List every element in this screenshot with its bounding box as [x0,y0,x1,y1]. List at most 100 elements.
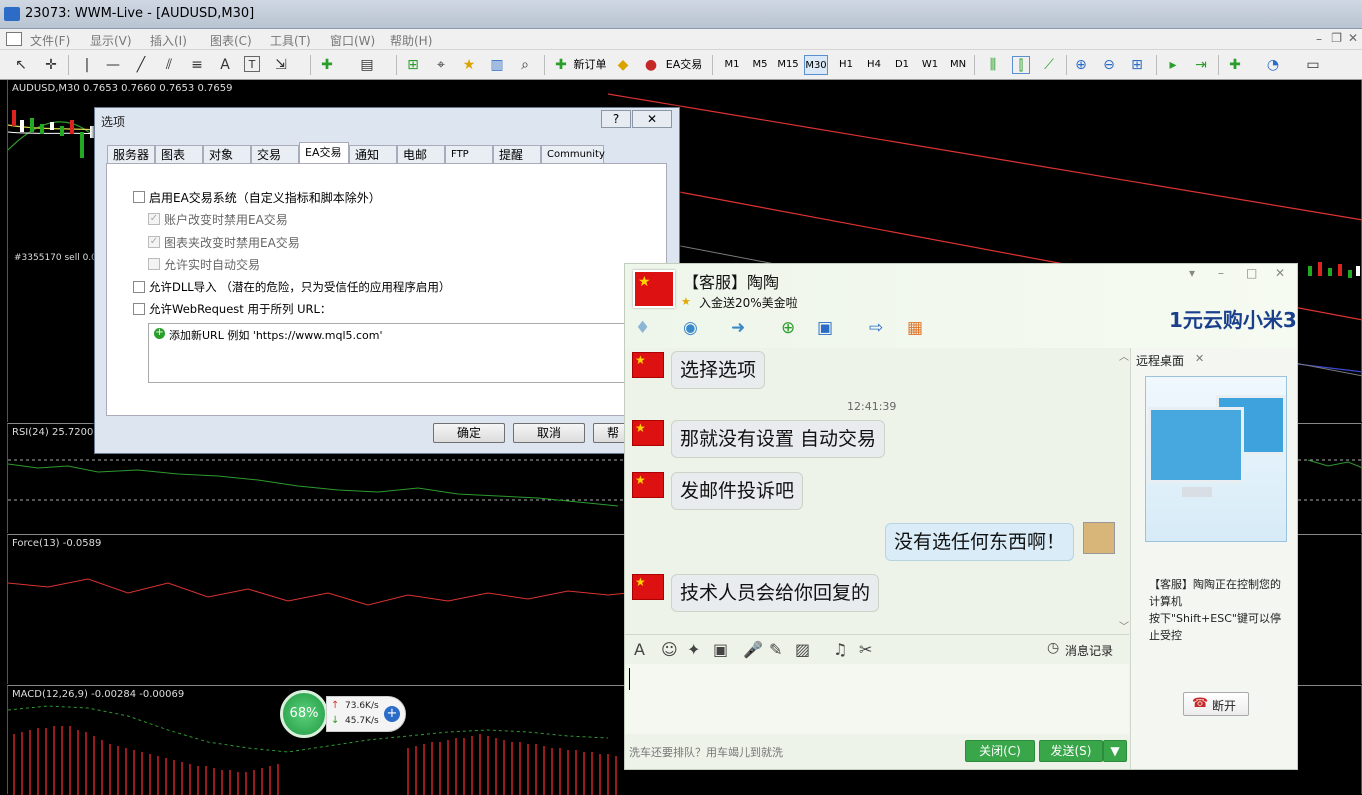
close-chat-button[interactable]: 关闭(C) [965,740,1035,762]
new-order-icon[interactable]: ✚ [552,56,570,74]
tab-expert-advisors[interactable]: EA交易 [299,142,349,165]
bar-chart-icon[interactable]: ⫼ [984,56,1002,74]
timeframe-h1-button[interactable]: H1 [834,55,858,75]
chat-close-icon[interactable]: ✕ [1275,266,1285,280]
tab-community[interactable]: Community [541,145,605,164]
tile-windows-icon[interactable]: ⊞ [1128,56,1146,74]
text-label-icon[interactable]: T [244,56,260,72]
restore-icon[interactable]: ❐ [1331,31,1342,45]
new-chart-icon[interactable]: ✚ [318,56,336,74]
menu-tools[interactable]: 工具(T) [270,32,311,49]
tester-icon[interactable]: ⌕ [516,56,534,74]
create-discussion-icon[interactable]: ⊕ [781,318,795,338]
timeframe-h4-button[interactable]: H4 [862,55,886,75]
line-chart-icon[interactable]: ⟋ [1040,56,1058,74]
url-list[interactable]: + 添加新URL 例如 'https://www.mql5.com' [148,323,628,383]
add-url-label[interactable]: 添加新URL 例如 'https://www.mql5.com' [169,327,383,343]
net-meter-gauge[interactable]: 68% [280,690,328,738]
autoscroll-icon[interactable]: ▸ [1164,56,1182,74]
apps-icon[interactable]: ▦ [907,318,923,338]
channel-icon[interactable]: ⫽ [160,56,178,74]
ea-trade-button[interactable]: EA交易 [664,55,704,75]
send-button[interactable]: 发送(S) [1039,740,1103,762]
trendline-icon[interactable]: ╱ [132,56,150,74]
zoom-out-icon[interactable]: ⊖ [1100,56,1118,74]
vertical-line-icon[interactable]: | [78,56,96,74]
contact-avatar[interactable]: ★ [633,270,675,308]
text-icon[interactable]: A [216,56,234,74]
menu-chart[interactable]: 图表(C) [210,32,252,49]
collapse-down-icon[interactable]: ﹀ [1119,618,1129,633]
add-url-icon[interactable]: + [154,328,165,339]
history-clock-icon[interactable]: ◷ [1047,640,1059,656]
message-input[interactable] [625,664,1129,734]
target-icon[interactable]: ⌖ [432,56,450,74]
ok-button[interactable]: 确定 [433,423,505,443]
share-screen-icon[interactable]: ⇨ [869,318,883,338]
ad-banner[interactable]: 1元云购小米3 [1163,300,1297,344]
video-call-icon[interactable]: ◉ [683,318,698,338]
allow-dll-checkbox[interactable] [133,281,145,293]
send-options-icon[interactable]: ▼ [1103,740,1127,762]
ea-trade-icon[interactable]: ● [642,56,660,74]
terminal-icon[interactable]: ▥ [488,56,506,74]
voice-call-icon[interactable]: ♦ [635,318,650,338]
chat-minimize-icon[interactable]: – [1218,266,1224,280]
horizontal-line-icon[interactable]: — [104,56,122,74]
allow-webrequest-checkbox[interactable] [133,303,145,315]
tab-server[interactable]: 服务器 [107,145,155,164]
tab-ftp[interactable]: FTP [445,145,493,164]
timeframe-m1-button[interactable]: M1 [720,55,744,75]
favorites-icon[interactable]: ★ [460,56,478,74]
indicators-icon[interactable]: ✚ [1226,56,1244,74]
navigator-icon[interactable]: ⊞ [404,56,422,74]
disconnect-button[interactable]: ☎ 断开 [1183,692,1249,716]
remote-tab-close-icon[interactable]: ✕ [1195,352,1204,365]
scissors-icon[interactable]: ✂ [859,640,872,659]
templates-icon[interactable]: ▭ [1304,56,1322,74]
timeframe-w1-button[interactable]: W1 [918,55,942,75]
timeframe-mn-button[interactable]: MN [946,55,970,75]
music-icon[interactable]: ♫ [833,640,847,659]
shake-icon[interactable]: ✦ [687,640,700,659]
remote-desktop-icon[interactable]: ▣ [817,318,833,338]
enable-ea-checkbox[interactable] [133,191,145,203]
menu-view[interactable]: 显示(V) [90,32,132,49]
metaeditor-icon[interactable]: ◆ [614,56,632,74]
arrows-icon[interactable]: ⇲ [272,56,290,74]
close-icon[interactable]: ✕ [1348,31,1358,45]
message-history-button[interactable]: 消息记录 [1065,642,1113,659]
voice-message-icon[interactable]: 🎤 [743,640,763,659]
tab-alerts[interactable]: 提醒 [493,145,541,164]
doc-icon[interactable] [6,32,22,46]
timeframe-d1-button[interactable]: D1 [890,55,914,75]
crosshair-icon[interactable]: ✛ [42,56,60,74]
disable-on-account-change-checkbox[interactable]: ✓ [148,213,160,225]
cursor-icon[interactable]: ↖ [12,56,30,74]
video-clip-icon[interactable]: ▣ [713,640,728,659]
tab-trade[interactable]: 交易 [251,145,299,164]
menu-help[interactable]: 帮助(H) [390,32,432,49]
help-button[interactable]: ? [601,110,631,128]
new-order-button[interactable]: 新订单 [572,55,608,75]
fibo-icon[interactable]: ≡ [188,56,206,74]
menu-insert[interactable]: 插入(I) [150,32,187,49]
footer-ad[interactable]: 洗车还要排队？用车竭儿到就洗 [629,744,783,760]
zoom-in-icon[interactable]: ⊕ [1072,56,1090,74]
image-icon[interactable]: ▨ [795,640,810,659]
remote-desktop-tab[interactable]: 远程桌面 [1136,352,1184,369]
send-file-icon[interactable]: ➜ [731,318,745,338]
screenshot-icon[interactable]: ✎ [769,640,782,659]
chart-shift-icon[interactable]: ⇥ [1192,56,1210,74]
tab-objects[interactable]: 对象 [203,145,251,164]
timeframe-m15-button[interactable]: M15 [776,55,800,75]
chat-maximize-icon[interactable]: □ [1246,266,1257,280]
tab-charts[interactable]: 图表 [155,145,203,164]
chat-menu-icon[interactable]: ▾ [1189,266,1195,280]
minimize-icon[interactable]: – [1316,32,1322,46]
candles-icon[interactable]: ⫿ [1012,56,1030,74]
emoji-icon[interactable]: ☺ [661,640,678,659]
net-meter-add-button[interactable]: + [384,706,400,722]
tab-notifications[interactable]: 通知 [349,145,397,164]
menu-file[interactable]: 文件(F) [30,32,70,49]
